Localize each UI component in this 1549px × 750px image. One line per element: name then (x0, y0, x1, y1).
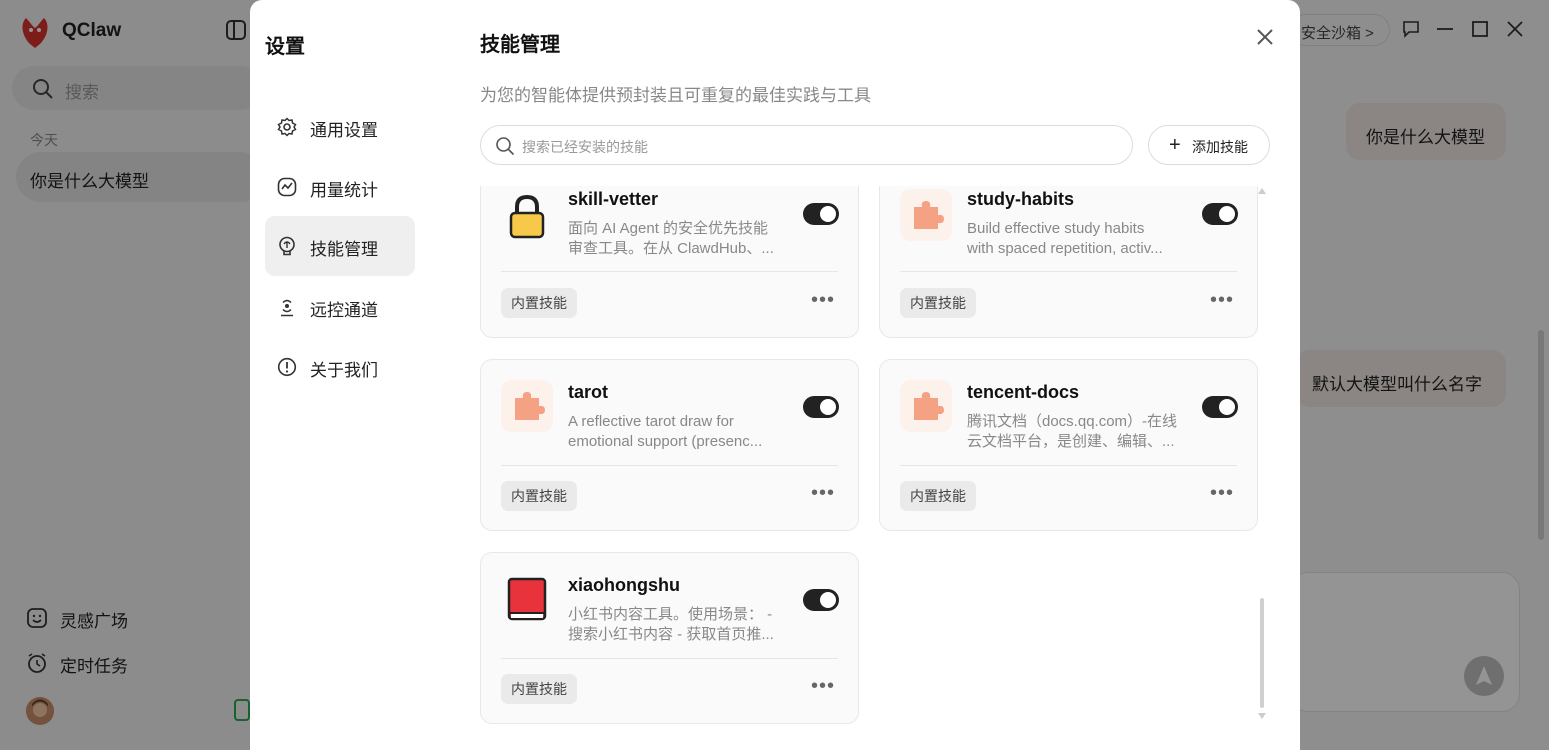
book-icon (507, 577, 547, 621)
settings-nav-about[interactable]: 关于我们 (265, 337, 415, 397)
more-options-button[interactable]: ••• (811, 290, 835, 310)
builtin-badge: 内置技能 (900, 288, 976, 318)
skill-name: tencent-docs (967, 382, 1080, 402)
chart-icon (277, 177, 297, 197)
settings-nav-skills[interactable]: 技能管理 (265, 216, 415, 276)
puzzle-icon (900, 189, 952, 241)
card-divider (900, 271, 1237, 272)
card-divider (501, 465, 838, 466)
plus-icon: + (1169, 134, 1181, 156)
signal-icon (281, 299, 293, 317)
skills-subtitle: 为您的智能体提供预封装且可重复的最佳实践与工具 (480, 86, 871, 105)
gear-icon (277, 117, 297, 137)
lock-icon (509, 194, 545, 239)
skill-card: xiaohongshu 小红书内容工具。使用场景： - 搜索小红书内容 - 获取首… (480, 552, 859, 724)
skill-name: xiaohongshu (568, 575, 680, 595)
skill-toggle[interactable] (1202, 203, 1238, 225)
add-skill-label: 添加技能 (1192, 139, 1248, 155)
builtin-badge: 内置技能 (501, 288, 577, 318)
skill-toggle[interactable] (1202, 396, 1238, 418)
skill-name: tarot (568, 382, 608, 402)
card-divider (501, 658, 838, 659)
card-divider (900, 465, 1237, 466)
brain-icon (279, 236, 295, 256)
builtin-badge: 内置技能 (501, 674, 577, 704)
skill-name: study-habits (967, 189, 1075, 209)
close-icon[interactable] (1254, 26, 1276, 48)
skills-title: 技能管理 (480, 34, 560, 56)
skill-description: 小红书内容工具。使用场景： - 搜索小红书内容 - 获取首页推... (568, 606, 774, 643)
card-divider (501, 271, 838, 272)
settings-nav-usage[interactable]: 用量统计 (265, 157, 415, 217)
skill-card: tencent-docs 腾讯文档（docs.qq.com）-在线 云文档平台，是… (879, 359, 1258, 531)
skill-search-input[interactable]: 搜索已经安装的技能 (480, 125, 1133, 165)
skill-description: 腾讯文档（docs.qq.com）-在线 云文档平台，是创建、编辑、... (967, 413, 1178, 450)
scroll-up-arrow-icon[interactable] (1258, 188, 1266, 194)
skill-name: skill-vetter (568, 189, 659, 209)
settings-nav-label: 通用设置 (310, 121, 378, 140)
add-skill-button[interactable]: + 添加技能 (1148, 125, 1270, 165)
settings-nav-label: 远控通道 (310, 301, 378, 320)
skill-card: skill-vetter 面向 AI Agent 的安全优先技能 审查工具。在从 … (480, 186, 859, 338)
skill-description: Build effective study habits with spaced … (967, 220, 1163, 257)
skill-description: 面向 AI Agent 的安全优先技能 审查工具。在从 ClawdHub、... (568, 220, 774, 257)
skill-search-placeholder: 搜索已经安装的技能 (522, 139, 648, 155)
settings-nav-general[interactable]: 通用设置 (265, 97, 415, 157)
more-options-button[interactable]: ••• (811, 483, 835, 503)
settings-nav-label: 技能管理 (310, 240, 378, 259)
scroll-down-arrow-icon[interactable] (1258, 713, 1266, 719)
skills-scrollbar-thumb[interactable] (1260, 598, 1264, 708)
skills-grid: skill-vetter 面向 AI Agent 的安全优先技能 审查工具。在从 … (480, 186, 1270, 736)
skill-description: A reflective tarot draw for emotional sup… (568, 413, 763, 450)
puzzle-icon (501, 380, 553, 432)
builtin-badge: 内置技能 (501, 481, 577, 511)
builtin-badge: 内置技能 (900, 481, 976, 511)
search-icon (496, 137, 515, 156)
more-options-button[interactable]: ••• (811, 676, 835, 696)
info-icon (277, 357, 297, 377)
skill-toggle[interactable] (803, 203, 839, 225)
settings-nav-label: 关于我们 (310, 361, 378, 380)
skill-card: tarot A reflective tarot draw for emotion… (480, 359, 859, 531)
puzzle-icon (900, 380, 952, 432)
more-options-button[interactable]: ••• (1210, 483, 1234, 503)
skill-toggle[interactable] (803, 589, 839, 611)
more-options-button[interactable]: ••• (1210, 290, 1234, 310)
settings-nav-remote[interactable]: 远控通道 (265, 277, 415, 337)
skill-toggle[interactable] (803, 396, 839, 418)
settings-modal: 设置 通用设置 用量统计 技能管理 远控通道 关于我们 技能管理 为您的智能体提… (250, 0, 1300, 750)
settings-nav-label: 用量统计 (310, 181, 378, 200)
skill-card: study-habits Build effective study habit… (879, 186, 1258, 338)
settings-title: 设置 (265, 36, 305, 58)
